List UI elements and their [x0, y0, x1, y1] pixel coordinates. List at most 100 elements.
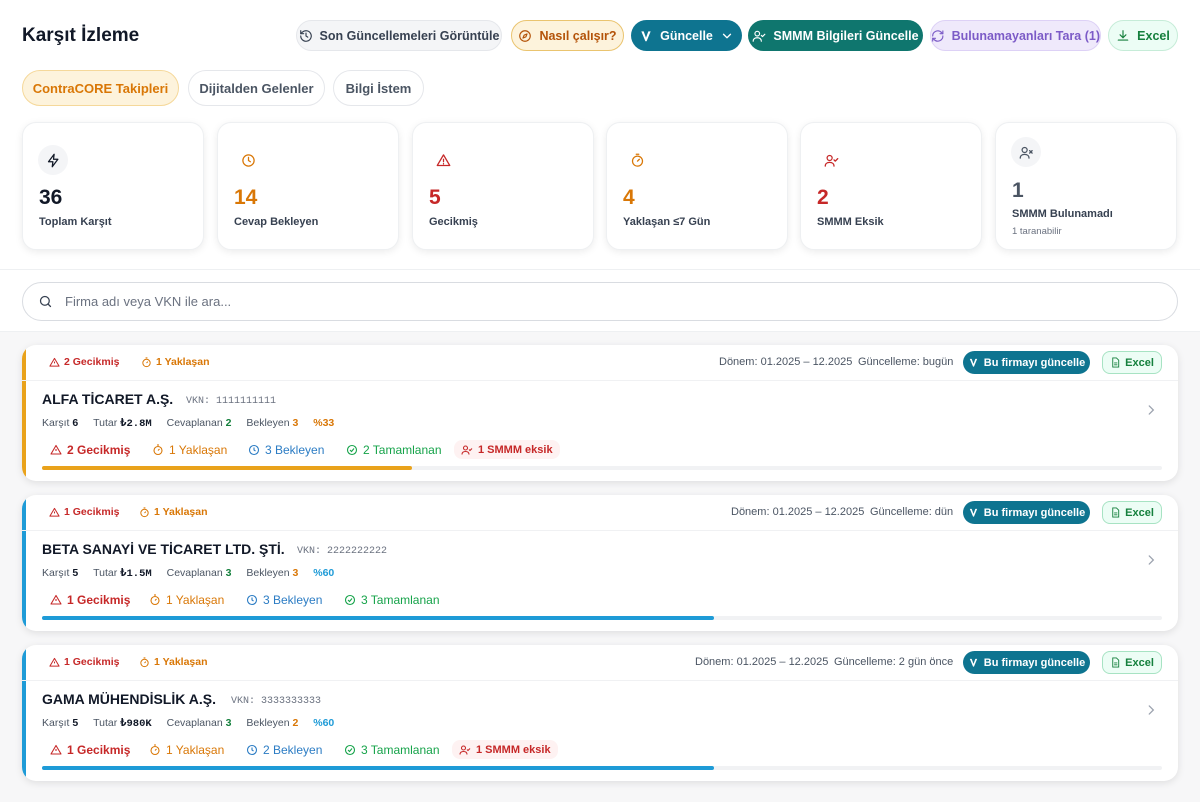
karsit-value: 5 — [72, 717, 79, 729]
update-firm-button[interactable]: Bu firmayı güncelle — [963, 651, 1090, 674]
update-dropdown-button[interactable]: Güncelle — [631, 20, 742, 51]
stat-label: SMMM Eksik — [817, 216, 884, 228]
updated-text: Güncelleme: bugün — [858, 356, 954, 368]
stat-value: 4 — [623, 186, 635, 209]
done-pill: 3 Tamamlanan — [344, 590, 440, 609]
tutar-label: Tutar — [93, 567, 118, 579]
search-input[interactable] — [65, 294, 1065, 309]
file-sheet-icon — [1112, 357, 1120, 368]
firm-card[interactable]: 1 Gecikmiş 1 Yaklaşan Dönem: 01.2025 – 1… — [22, 645, 1178, 781]
progress-track — [42, 466, 1162, 470]
smmm-missing-label: 1 SMMM eksik — [476, 743, 551, 756]
stat-value: 1 — [1012, 179, 1024, 202]
chip-label: 1 Yaklaşan — [156, 356, 210, 368]
check-circle-icon — [346, 444, 358, 455]
smmm-missing-badge: 1 SMMM eksik — [454, 440, 560, 459]
chevron-right-icon[interactable] — [1144, 403, 1158, 417]
pill-label: 1 Gecikmiş — [67, 592, 131, 607]
clock-icon — [233, 145, 263, 175]
bekleyen-label: Bekleyen — [246, 417, 290, 429]
karsit-value: 5 — [72, 567, 79, 579]
cevaplanan-label: Cevaplanan — [166, 567, 223, 579]
stat-card-overdue[interactable]: 5 Gecikmiş — [412, 122, 594, 250]
progress-fill — [42, 466, 412, 470]
cevaplanan-value: 3 — [225, 717, 232, 729]
progress-fill — [42, 766, 714, 770]
timer-icon — [150, 593, 160, 605]
updated-text: Güncelleme: 2 gün önce — [834, 656, 954, 668]
clock-icon — [248, 444, 260, 455]
firm-name: BETA SANAYİ VE TİCARET LTD. ŞTİ. — [42, 541, 285, 557]
updated-text: Güncelleme: dün — [870, 506, 954, 518]
scan-missing-button[interactable]: Bulunamayanları Tara (1) — [930, 20, 1101, 51]
tutar-label: Tutar — [93, 717, 118, 729]
update-firm-label: Bu firmayı güncelle — [983, 656, 1086, 669]
stat-label: Yaklaşan ≤7 Gün — [623, 216, 711, 228]
warning-icon — [49, 507, 60, 517]
progress-fill — [42, 616, 714, 620]
done-pill: 2 Tamamlanan — [346, 440, 442, 459]
warning-icon — [50, 444, 62, 455]
refresh-icon — [932, 29, 944, 42]
smmm-update-button[interactable]: SMMM Bilgileri Güncelle — [748, 20, 923, 51]
bolt-icon — [38, 145, 68, 175]
overdue-chip: 2 Gecikmiş — [49, 356, 119, 368]
smmm-update-label: SMMM Bilgileri Güncelle — [773, 28, 919, 43]
scan-missing-label: Bulunamayanları Tara (1) — [951, 28, 1100, 43]
upcoming-chip: 1 Yaklaşan — [139, 656, 208, 668]
overdue-pill: 2 Gecikmiş — [50, 440, 130, 459]
firm-name: GAMA MÜHENDİSLİK A.Ş. — [42, 691, 216, 707]
smmm-missing-badge: 1 SMMM eksik — [452, 740, 558, 759]
card-header: 2 Gecikmiş 1 Yaklaşan Dönem: 01.2025 – 1… — [22, 345, 1178, 381]
stat-card-pending[interactable]: 14 Cevap Bekleyen — [217, 122, 399, 250]
bekleyen-value: 3 — [292, 417, 299, 429]
recent-updates-button[interactable]: Son Güncellemeleri Görüntüle — [296, 20, 502, 51]
karsit-value: 6 — [72, 417, 79, 429]
update-firm-button[interactable]: Bu firmayı güncelle — [963, 501, 1090, 524]
cevaplanan-value: 2 — [225, 417, 232, 429]
warning-icon — [50, 594, 62, 605]
brand-v-icon — [969, 658, 977, 667]
search-box[interactable] — [22, 282, 1178, 321]
chevron-right-icon[interactable] — [1144, 703, 1158, 717]
stat-card-smmm-missing[interactable]: 2 SMMM Eksik — [800, 122, 982, 250]
firm-excel-button[interactable]: Excel — [1102, 351, 1162, 374]
stat-card-total[interactable]: 36 Toplam Karşıt — [22, 122, 204, 250]
firm-vkn: VKN: 1111111111 — [186, 396, 277, 407]
firm-card[interactable]: 2 Gecikmiş 1 Yaklaşan Dönem: 01.2025 – 1… — [22, 345, 1178, 481]
tab-dijital[interactable]: Dijitalden Gelenler — [188, 70, 325, 106]
firm-card[interactable]: 1 Gecikmiş 1 Yaklaşan Dönem: 01.2025 – 1… — [22, 495, 1178, 631]
brand-v-icon — [969, 358, 977, 367]
pill-label: 3 Bekleyen — [265, 442, 325, 457]
timer-icon — [622, 145, 652, 175]
chevron-right-icon[interactable] — [1144, 553, 1158, 567]
upcoming-pill: 1 Yaklaşan — [149, 740, 224, 759]
completion-percent: %60 — [313, 717, 335, 729]
how-it-works-button[interactable]: Nasıl çalışır? — [511, 20, 624, 51]
tutar-label: Tutar — [93, 417, 118, 429]
update-firm-button[interactable]: Bu firmayı güncelle — [963, 351, 1090, 374]
tab-bilgi-istem[interactable]: Bilgi İstem — [333, 70, 424, 106]
pending-pill: 3 Bekleyen — [246, 590, 322, 609]
excel-export-button[interactable]: Excel — [1108, 20, 1178, 51]
brand-v-icon — [969, 508, 977, 517]
stat-card-upcoming[interactable]: 4 Yaklaşan ≤7 Gün — [606, 122, 788, 250]
pill-label: 1 Yaklaşan — [166, 592, 225, 607]
download-icon — [1117, 29, 1129, 41]
firm-excel-button[interactable]: Excel — [1102, 501, 1162, 524]
stat-card-smmm-not-found[interactable]: 1 SMMM Bulunamadı 1 taranabilir — [995, 122, 1177, 250]
overdue-pill: 1 Gecikmiş — [50, 590, 130, 609]
stat-value: 14 — [234, 186, 258, 209]
compass-icon — [519, 29, 532, 42]
tab-contracore[interactable]: ContraCORE Takipleri — [22, 70, 179, 106]
history-icon — [299, 29, 312, 42]
firm-excel-label: Excel — [1125, 656, 1154, 669]
pill-label: 2 Bekleyen — [263, 742, 323, 757]
firm-excel-button[interactable]: Excel — [1102, 651, 1162, 674]
completion-percent: %60 — [313, 567, 335, 579]
completion-percent: %33 — [313, 417, 335, 429]
update-firm-label: Bu firmayı güncelle — [983, 356, 1086, 369]
upcoming-pill: 1 Yaklaşan — [149, 590, 224, 609]
chip-label: 1 Yaklaşan — [154, 506, 208, 518]
card-header: 1 Gecikmiş 1 Yaklaşan Dönem: 01.2025 – 1… — [22, 645, 1178, 681]
